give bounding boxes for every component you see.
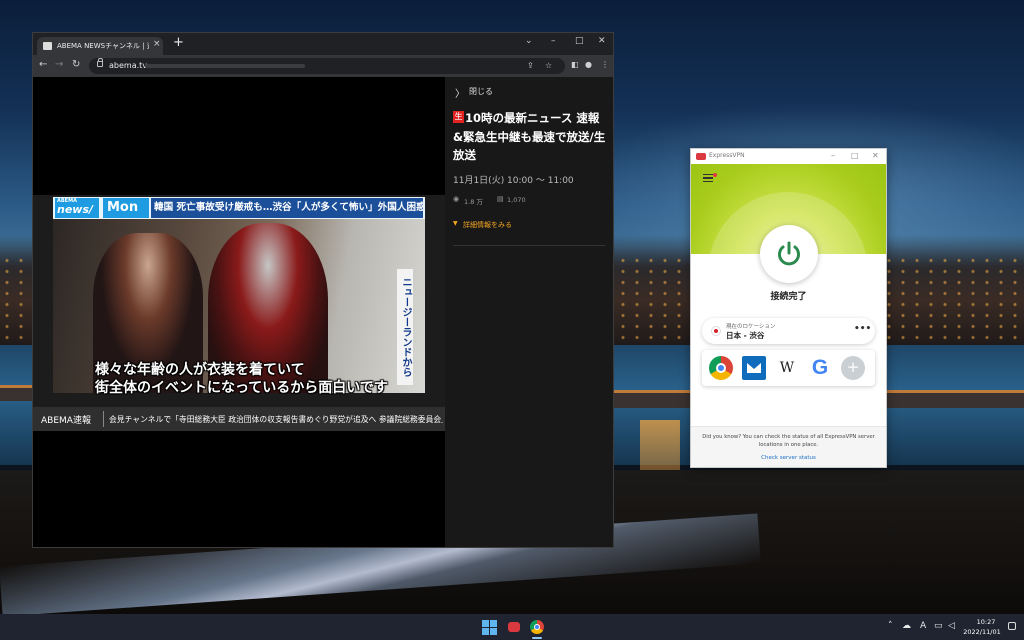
location-selector[interactable]: 現在のロケーション 日本 - 渋谷 ••• [702,318,875,344]
location-caption: 現在のロケーション [726,324,776,330]
video-headline: 韓国 死亡事故受け厳戒も…渋谷「人が多くて怖い」外国人困惑 [151,198,423,218]
close-label: 閉じる [469,87,493,96]
ime-indicator[interactable]: A [920,621,926,631]
abema-favicon-icon [43,42,52,50]
vpn-titlebar: ExpressVPN – □ ✕ [691,149,886,164]
comments-icon: ▤ [497,195,504,203]
network-icon[interactable]: ▭ [934,621,943,631]
abema-news-logo: ABEMA news/ [55,198,99,218]
tray-overflow-icon[interactable]: ˄ [888,621,893,631]
ticker-text: 会見チャンネルで「寺田総務大臣 政治団体の収支報告書めぐり野党が追及へ 参議院総… [109,415,443,424]
subtitle-line-1: 様々な年齢の人が衣装を着ていて [95,362,305,378]
start-tile-2 [490,620,497,627]
profile-icon[interactable]: ● [585,60,592,69]
vpn-close-icon[interactable]: ✕ [872,151,879,160]
google-shortcut-icon[interactable]: G [808,356,832,380]
browser-toolbar: ← → ↻ abema.tv ⇪ ☆ ◧ ● ⋮ [33,55,613,77]
notification-center-icon[interactable] [1008,622,1016,630]
location-name: 日本 - 渋谷 [726,331,765,340]
wikipedia-shortcut-icon[interactable]: W [775,356,799,380]
video-player[interactable]: ABEMA news/ Mon 韓国 死亡事故受け厳戒も…渋谷「人が多くて怖い」… [33,195,445,431]
logo-name: news/ [57,203,94,216]
active-app-indicator [532,637,542,639]
chrome-shortcut-icon[interactable] [709,356,733,380]
comment-count: 1,070 [507,196,526,204]
tab-search-icon[interactable]: ⌄ [525,36,533,46]
show-details-link[interactable]: ▼ 詳細情報をみる [453,219,603,231]
tab-bar: ABEMA NEWSチャンネル | 速報ニ × + ⌄ – □ ✕ [33,33,613,55]
bookmark-star-icon[interactable]: ☆ [545,61,552,70]
vpn-tip-footer: Did you know? You can check the status o… [691,426,886,467]
video-subtitle: 様々な年齢の人が衣装を着ていて 街全体のイベントになっているから面白いです [95,361,425,397]
back-icon[interactable]: ← [39,59,47,71]
subtitle-line-2: 街全体のイベントになっているから面白いです [95,380,388,396]
tab-title: ABEMA NEWSチャンネル | 速報ニ [57,42,149,50]
program-datetime: 11月1日(火) 10:00 〜 11:00 [453,176,574,186]
ticker-divider [103,411,104,427]
vpn-maximize-icon[interactable]: □ [851,151,859,160]
clock-date[interactable]: 2022/11/01 [960,628,1004,636]
details-label: 詳細情報をみる [463,221,512,229]
taskbar-expressvpn-icon[interactable] [505,618,523,636]
url-blurred-path [145,64,305,68]
lock-icon [97,58,103,67]
video-day-label: Mon [103,198,149,218]
start-tile-4 [490,628,497,635]
mail-shortcut-icon[interactable] [742,356,766,380]
reload-icon[interactable]: ↻ [72,59,80,71]
video-header-bar: ABEMA news/ Mon 韓国 死亡事故受け厳戒も…渋谷「人が多くて怖い」… [53,197,425,219]
chrome-window: ABEMA NEWSチャンネル | 速報ニ × + ⌄ – □ ✕ ← → ↻ … [32,32,614,548]
program-side-panel: 〉 閉じる 生 10時の最新ニュース 速報&緊急生中継も最速で放送/生放送 11… [445,77,613,547]
power-icon [778,241,800,266]
add-shortcut-button[interactable]: + [841,356,865,380]
taskbar-chrome-icon[interactable] [528,618,546,636]
address-bar[interactable]: abema.tv ⇪ ☆ [89,58,565,74]
expressvpn-window: ExpressVPN – □ ✕ 接続完了 現在のロケーション 日本 - 渋谷 … [690,148,887,468]
news-ticker: ABEMA速報 会見チャンネルで「寺田総務大臣 政治団体の収支報告書めぐり野党が… [33,407,445,431]
app-shortcuts: W G + [702,350,875,386]
check-server-status-link[interactable]: Check server status [691,455,886,461]
onedrive-icon[interactable]: ☁ [902,621,911,631]
close-window-icon[interactable]: ✕ [598,36,606,46]
ticker-label: ABEMA速報 [41,416,91,426]
close-panel-button[interactable]: 〉 閉じる [455,85,545,100]
page-content: ABEMA news/ Mon 韓国 死亡事故受け厳戒も…渋谷「人が多くて怖い」… [33,77,613,547]
vpn-window-title: ExpressVPN [709,152,745,159]
maximize-icon[interactable]: □ [575,36,584,46]
volume-icon[interactable]: ◁ [948,621,955,631]
start-button[interactable] [480,618,498,636]
share-icon[interactable]: ⇪ [527,61,534,70]
view-count: 1.8 万 [464,198,483,206]
forward-icon[interactable]: → [55,59,63,71]
chevron-right-icon: 〉 [455,89,465,100]
vpn-minimize-icon[interactable]: – [831,151,835,160]
power-button[interactable] [760,225,818,283]
expressvpn-logo-icon [696,153,706,160]
clock-time[interactable]: 10:27 [968,618,1004,626]
new-tab-button[interactable]: + [173,36,184,49]
caret-down-icon: ▼ [453,220,458,227]
program-title: 10時の最新ニュース 速報&緊急生中継も最速で放送/生放送 [453,111,606,162]
connection-status: 接続完了 [770,292,807,302]
vpn-tip-text: Did you know? You can check the status o… [702,434,875,448]
hamburger-menu-icon[interactable] [703,174,713,182]
location-more-button[interactable]: ••• [854,324,871,334]
side-panel-icon[interactable]: ◧ [571,60,579,69]
panel-divider [453,245,605,246]
taskbar: ˄ ☁ A ▭ ◁ 10:27 2022/11/01 [0,614,1024,640]
menu-kebab-icon[interactable]: ⋮ [601,60,609,69]
start-tile-1 [482,620,489,627]
tab-close-icon[interactable]: × [153,39,161,49]
japan-flag-icon [711,326,721,336]
program-stats: ◉ 1.8 万 ▤ 1,070 [453,195,603,206]
start-tile-3 [482,628,489,635]
url-text: abema.tv [109,61,148,70]
views-icon: ◉ [453,195,460,203]
notification-dot [713,173,717,177]
tab-abema[interactable]: ABEMA NEWSチャンネル | 速報ニ × [37,37,163,55]
minimize-icon[interactable]: – [551,36,556,46]
